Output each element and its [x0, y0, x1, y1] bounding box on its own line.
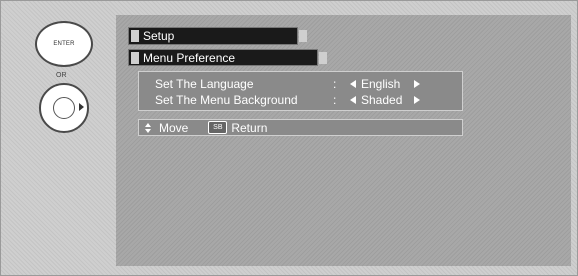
help-move-label: Move: [159, 120, 189, 135]
up-down-arrows-icon: [145, 122, 151, 133]
menu-title: Setup: [143, 29, 175, 43]
menu-title-bar: Setup: [128, 27, 307, 45]
options-panel: Set The Language : English Set The Menu …: [138, 71, 463, 111]
osd-menu-screen: Setup Menu Preference Set The Language :…: [116, 15, 571, 266]
option-value: Shaded: [361, 93, 403, 107]
sb-key-icon: SB: [208, 121, 228, 134]
submenu-bar-cap: [131, 51, 139, 64]
option-label: Set The Menu Background: [155, 93, 298, 107]
submenu-title-bar[interactable]: Menu Preference: [128, 49, 327, 66]
option-label: Set The Language: [155, 77, 254, 91]
left-arrow-icon[interactable]: [350, 80, 356, 88]
help-return-label: Return: [231, 120, 268, 135]
enter-button[interactable]: ENTER: [35, 21, 93, 67]
option-row-menu-background[interactable]: Set The Menu Background : Shaded: [155, 92, 425, 108]
direction-pad[interactable]: [39, 83, 89, 133]
right-arrow-icon: [79, 103, 84, 111]
enter-button-label: ENTER: [53, 41, 75, 47]
submenu-bar-tail: [319, 52, 327, 64]
option-value: English: [361, 77, 401, 91]
title-bar-tail: [299, 30, 307, 42]
instruction-frame: ENTER OR Setup Menu Preference Set The L…: [0, 0, 578, 276]
title-bar-cap: [131, 30, 139, 42]
submenu-title: Menu Preference: [143, 50, 236, 65]
option-separator: :: [333, 93, 337, 107]
right-arrow-icon[interactable]: [414, 96, 420, 104]
left-arrow-icon[interactable]: [350, 96, 356, 104]
or-label: OR: [56, 72, 67, 79]
option-separator: :: [333, 77, 337, 91]
option-row-language[interactable]: Set The Language : English: [155, 76, 425, 92]
help-bar: Move SB Return: [138, 119, 463, 136]
dpad-center: [53, 97, 75, 119]
right-arrow-icon[interactable]: [414, 80, 420, 88]
